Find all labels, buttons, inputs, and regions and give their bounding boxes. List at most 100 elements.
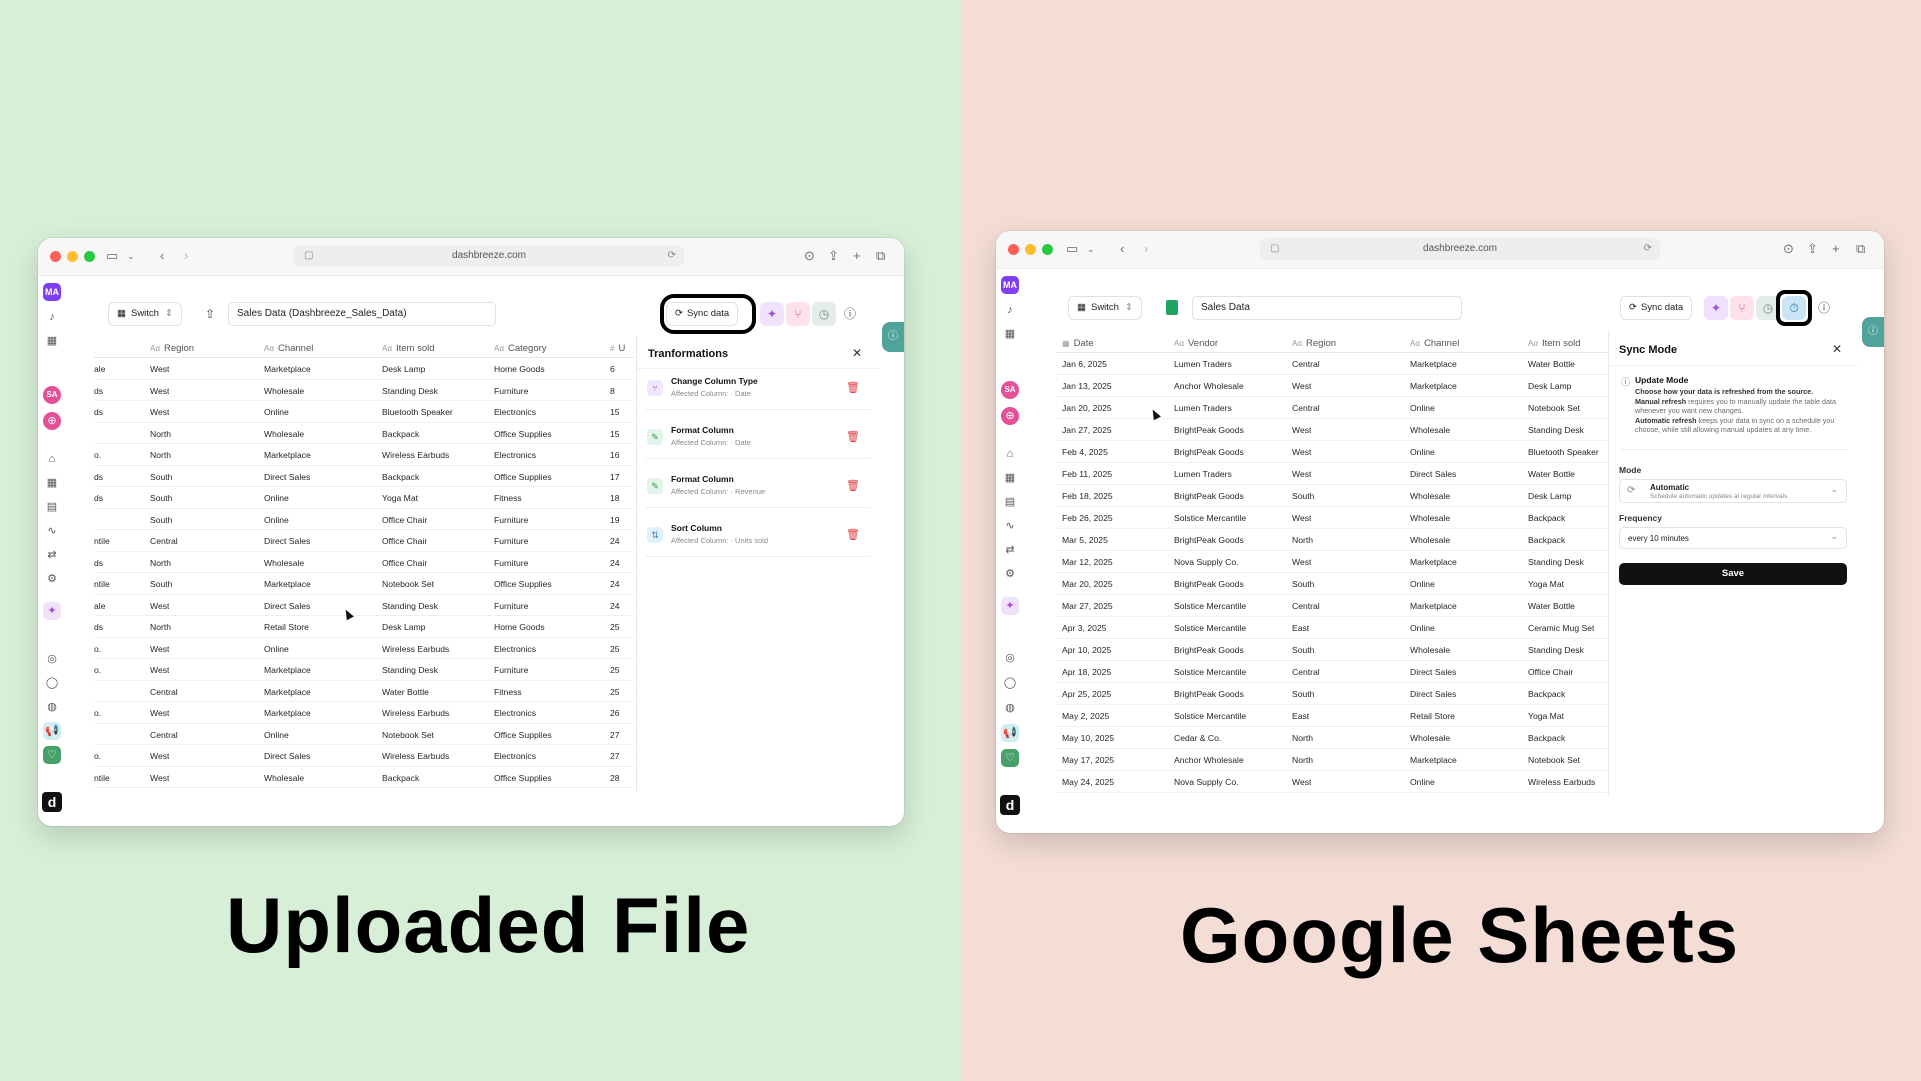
table-row[interactable]: Feb 26, 2025 Solstice Mercantile West Whole… [1056,507,1608,529]
table-row[interactable]: ale West Marketplace Desk Lamp Home Goods 6 [94,358,634,380]
table-row[interactable]: May 10, 2025 Cedar & Co. North Wholesale Bac… [1056,727,1608,749]
bell-icon[interactable]: ♪ [1001,301,1019,319]
table-row[interactable]: ds West Wholesale Standing Desk Furniture 8 [94,380,634,401]
save-button[interactable]: Save [1619,563,1847,585]
minimize-dot[interactable] [1025,244,1036,255]
sidebar-toggle-icon[interactable]: ▭ [1066,241,1078,257]
col-units[interactable]: # U [610,343,625,354]
add-icon[interactable]: ⊕ [43,412,61,430]
sparkle-icon[interactable]: ✦ [1001,597,1019,615]
table-row[interactable]: Central Online Notebook Set Office Supplies… [94,724,634,745]
table-row[interactable]: Apr 10, 2025 BrightPeak Goods South Wholesa… [1056,639,1608,661]
col-region[interactable]: Aα Region [1292,338,1336,349]
transformation-item[interactable]: ✎ Format Column Affected Column: · Revenue… [645,468,870,508]
table-row[interactable]: Mar 5, 2025 BrightPeak Goods North Wholesal… [1056,529,1608,551]
help-tab[interactable]: ⓘ [882,322,904,352]
history-icon[interactable]: ◷ [812,302,836,326]
transform-icon[interactable]: ⇄ [1001,541,1019,559]
mode-select[interactable]: ⟳ Automatic Schedule automatic updates a… [1619,479,1847,503]
maximize-dot[interactable] [1042,244,1053,255]
trash-icon[interactable]: 🗑 [846,430,860,443]
close-icon[interactable]: ✕ [852,346,862,360]
table-row[interactable]: ntile Central Direct Sales Office Chair Furn… [94,530,634,552]
share-icon[interactable]: ⇪ [828,248,839,264]
settings-icon[interactable]: ⚙ [43,570,61,588]
table-row[interactable]: ale West Direct Sales Standing Desk Furnitur… [94,595,634,616]
col-vendor[interactable]: Aα Vendor [1174,338,1218,349]
activity-icon[interactable]: ∿ [1001,517,1019,535]
table-icon[interactable]: ▤ [1001,493,1019,511]
home-icon[interactable]: ⌂ [1001,445,1019,463]
close-icon[interactable]: ✕ [1832,342,1842,356]
switch-button[interactable]: ▦ Switch ⇕ [1068,296,1142,320]
table-row[interactable]: Jan 13, 2025 Anchor Wholesale West Marketpl… [1056,375,1608,397]
frequency-select[interactable]: every 10 minutes ⌄ [1619,527,1847,549]
table-row[interactable]: Apr 18, 2025 Solstice Mercantile Central Di… [1056,661,1608,683]
transformation-item[interactable]: ✎ Format Column Affected Column: · Date 🗑 [645,419,870,459]
table-row[interactable]: Apr 25, 2025 BrightPeak Goods South Direct … [1056,683,1608,705]
workspace-avatar[interactable]: SA [43,386,61,404]
table-row[interactable]: Mar 20, 2025 BrightPeak Goods South Online Y… [1056,573,1608,595]
globe-icon[interactable]: ◎ [43,650,61,668]
table-row[interactable]: Feb 11, 2025 Lumen Traders West Direct Sale… [1056,463,1608,485]
table-row[interactable]: South Online Office Chair Furniture 19 [94,509,634,530]
col-item-sold[interactable]: Aα Item sold [1528,338,1581,349]
settings-icon[interactable]: ⚙ [1001,565,1019,583]
table-row[interactable]: ds South Online Yoga Mat Fitness 18 [94,487,634,509]
branch-icon[interactable]: ⑂ [786,302,810,326]
table-row[interactable]: Mar 12, 2025 Nova Supply Co. West Marketpla… [1056,551,1608,573]
trash-icon[interactable]: 🗑 [846,479,860,492]
table-icon[interactable]: ▤ [43,498,61,516]
close-dot[interactable] [50,251,61,262]
info-icon[interactable]: ⓘ [1812,296,1836,320]
table-row[interactable]: Feb 18, 2025 BrightPeak Goods South Wholesa… [1056,485,1608,507]
download-icon[interactable]: ⊙ [804,248,815,264]
home-icon[interactable]: ⌂ [43,450,61,468]
apps-icon[interactable]: ▦ [43,332,61,350]
translate-icon[interactable]: ⟳ [668,245,676,267]
col-channel[interactable]: Aα Channel [1410,338,1459,349]
sidebar-toggle-icon[interactable]: ▭ [106,248,118,264]
url-bar[interactable]: ▢ dashbreeze.com ⟳ [1260,238,1660,260]
transform-icon[interactable]: ⇄ [43,546,61,564]
workspace-avatar[interactable]: SA [1001,381,1019,399]
dashboard-icon[interactable]: ▦ [43,474,61,492]
download-icon[interactable]: ⊙ [1783,241,1794,257]
support-icon[interactable]: ◍ [1001,699,1019,717]
table-row[interactable]: o. West Direct Sales Wireless Earbuds Electr… [94,745,634,767]
minimize-dot[interactable] [67,251,78,262]
tabs-icon[interactable]: ⧉ [1856,241,1865,257]
forward-icon[interactable]: › [184,248,188,264]
info-icon[interactable]: ⓘ [838,302,862,326]
tabs-icon[interactable]: ⧉ [876,248,885,264]
transformation-item[interactable]: ⑂ Change Column Type Affected Column: · Da… [645,370,870,410]
help-tab[interactable]: ⓘ [1862,317,1884,347]
dataset-name-field[interactable]: Sales Data (Dashbreeze_Sales_Data) [228,302,496,326]
trash-icon[interactable]: 🗑 [846,381,860,394]
table-row[interactable]: Central Marketplace Water Bottle Fitness 25 [94,681,634,702]
translate-icon[interactable]: ⟳ [1644,238,1652,260]
sparkle-icon[interactable]: ✦ [43,602,61,620]
maximize-dot[interactable] [84,251,95,262]
table-row[interactable]: o. West Online Wireless Earbuds Electronics 2… [94,638,634,659]
col-date[interactable]: ▦ Date [1062,338,1094,349]
table-row[interactable]: ds West Online Bluetooth Speaker Electronics… [94,401,634,423]
announce-icon[interactable]: 📢 [43,722,61,740]
transformation-item[interactable]: ⇅ Sort Column Affected Column: · Units sol… [645,517,870,557]
chevron-down-icon[interactable]: ⌄ [1087,241,1095,257]
table-row[interactable]: o. North Marketplace Wireless Earbuds Electr… [94,444,634,466]
table-row[interactable]: o. West Marketplace Standing Desk Furniture 2… [94,659,634,681]
dataset-name-field[interactable]: Sales Data [1192,296,1462,320]
bell-icon[interactable]: ♪ [43,308,61,326]
apps-icon[interactable]: ▦ [1001,325,1019,343]
table-row[interactable]: ntile South Marketplace Notebook Set Office … [94,573,634,595]
share-icon[interactable]: ⇪ [1807,241,1818,257]
table-row[interactable]: Jan 20, 2025 Lumen Traders Central Online No… [1056,397,1608,419]
add-icon[interactable]: ⊕ [1001,407,1019,425]
table-row[interactable]: Apr 3, 2025 Solstice Mercantile East Online… [1056,617,1608,639]
table-row[interactable]: ds North Retail Store Desk Lamp Home Goods 25 [94,616,634,638]
user-avatar[interactable]: MA [43,283,61,301]
activity-icon[interactable]: ∿ [43,522,61,540]
table-row[interactable]: ds South Direct Sales Backpack Office Suppli… [94,466,634,487]
sync-data-button[interactable]: ⟳ Sync data [1620,296,1693,320]
